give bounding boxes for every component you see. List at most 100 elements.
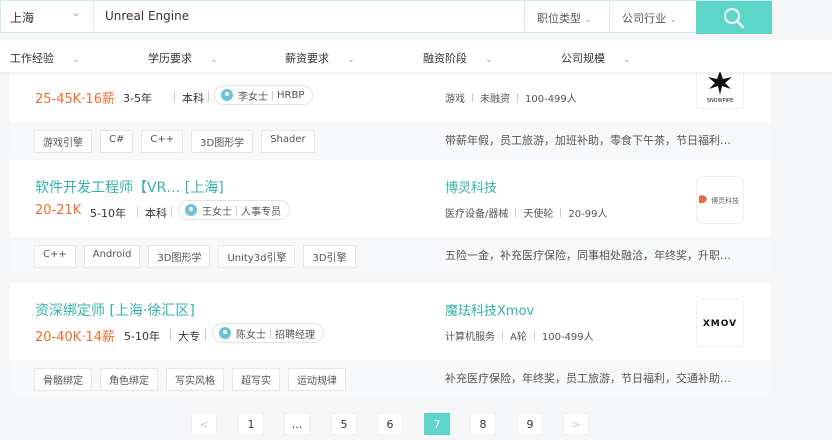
job-tag: Shader — [261, 130, 315, 153]
company-size: 20-99人 — [568, 209, 608, 220]
page-button[interactable]: 9 — [517, 413, 543, 435]
job-card[interactable]: 资深绑定师 [上海·徐汇区] 20-40K·14薪 5-10年 大专 陈女士 招… — [10, 283, 771, 397]
company-logo-text: XMOV — [703, 319, 737, 329]
job-tag: C++ — [34, 245, 76, 268]
experience-filter-label: 工作经验 — [10, 52, 54, 65]
company-industry: 游戏 — [445, 94, 465, 105]
search-button[interactable] — [696, 1, 772, 34]
job-type-dropdown[interactable]: 职位类型 ⌄ — [524, 1, 609, 34]
divider — [137, 206, 138, 217]
funding-filter-label: 融资阶段 — [423, 52, 467, 65]
recruiter-name: 王女士 — [202, 206, 232, 218]
divider — [517, 93, 518, 102]
avatar — [219, 327, 231, 339]
salary-filter-label: 薪资要求 — [285, 52, 329, 65]
company-size: 100-499人 — [525, 94, 577, 105]
divider — [270, 328, 271, 338]
job-title[interactable]: 软件开发工程师【VR… [上海] — [35, 177, 224, 197]
recruiter-badge[interactable]: 王女士 人事专员 — [178, 200, 290, 220]
job-tag: 骨骼绑定 — [34, 368, 92, 391]
next-page-button[interactable]: > — [563, 413, 589, 435]
job-education: 本科 — [145, 207, 167, 220]
recruiter-role: 招聘经理 — [275, 329, 315, 341]
industry-label: 公司行业 — [622, 12, 666, 25]
recruiter-badge[interactable]: 李女士 HRBP — [214, 85, 314, 105]
job-tag: 运动规律 — [288, 368, 346, 391]
salary-filter[interactable]: 薪资要求 ⌄ — [285, 50, 355, 66]
funding-filter[interactable]: 融资阶段 ⌄ — [423, 50, 493, 66]
job-education: 大专 — [178, 330, 200, 343]
company-size-filter[interactable]: 公司规模 ⌄ — [561, 50, 631, 66]
recruiter-name: 陈女士 — [236, 329, 266, 341]
job-experience: 5-10年 — [124, 330, 160, 343]
company-funding: 未融资 — [480, 94, 510, 105]
experience-filter[interactable]: 工作经验 ⌄ — [10, 50, 80, 66]
industry-dropdown[interactable]: 公司行业 ⌄ — [609, 1, 696, 34]
chevron-down-icon: ⌄ — [72, 8, 81, 19]
divider — [560, 208, 562, 217]
job-tag: C# — [100, 130, 134, 153]
job-card[interactable]: 软件开发工程师【VR… [上海] 20-21K 5-10年 本科 王女士 人事专… — [10, 160, 771, 274]
divider — [205, 329, 206, 340]
divider — [272, 90, 273, 100]
job-experience: 5-10年 — [90, 207, 126, 220]
page-button[interactable]: 1 — [238, 413, 264, 435]
recruiter-badge[interactable]: 陈女士 招聘经理 — [212, 323, 324, 343]
chevron-down-icon: ⌄ — [347, 55, 355, 65]
chevron-down-icon: ⌄ — [72, 55, 80, 65]
company-logo[interactable]: 博灵科技 — [696, 176, 744, 224]
job-tag: 角色绑定 — [100, 368, 158, 391]
company-industry: 医疗设备/器械 — [445, 209, 509, 220]
company-logo-text: SNOWPIPE — [707, 98, 733, 104]
company-welfare: 带薪年假，员工旅游，加班补助，零食下午茶，节日福利… — [445, 134, 731, 147]
chevron-down-icon: ⌄ — [210, 55, 218, 65]
recruiter-role: HRBP — [277, 89, 305, 101]
job-tag: 3D图形学 — [191, 130, 254, 153]
job-salary: 25-45K·16薪 — [35, 92, 115, 107]
divider — [502, 331, 503, 340]
chevron-down-icon: ⌄ — [584, 15, 593, 25]
company-logo-text: 博灵科技 — [711, 196, 739, 205]
company-size: 100-499人 — [541, 332, 594, 343]
job-tag: C++ — [141, 130, 184, 153]
job-salary: 20-40K·14薪 — [35, 330, 115, 345]
job-tags: 游戏引擎 C# C++ 3D图形学 Shader — [34, 130, 315, 153]
job-tag: 游戏引擎 — [34, 130, 92, 153]
avatar — [221, 89, 233, 101]
company-info: 医疗设备/器械 天使轮 20-99人 — [445, 205, 607, 220]
job-tags: C++ Android 3D图形学 Unity3d引擎 3D引擎 — [34, 245, 356, 268]
divider — [174, 91, 175, 102]
job-tag: Unity3d引擎 — [218, 245, 296, 268]
education-filter-label: 学历要求 — [148, 52, 192, 65]
page-button-current[interactable]: 7 — [424, 413, 450, 435]
divider — [533, 331, 535, 340]
search-input[interactable]: Unreal Engine — [105, 9, 189, 23]
company-funding: A轮 — [510, 332, 527, 343]
page-button[interactable]: 6 — [377, 413, 403, 435]
chevron-down-icon: ⌄ — [485, 55, 493, 65]
job-education: 本科 — [182, 92, 204, 105]
search-bar: 上海 ⌄ Unreal Engine 职位类型 ⌄ 公司行业 ⌄ — [0, 0, 772, 34]
job-tag: Android — [83, 245, 141, 268]
education-filter[interactable]: 学历要求 ⌄ — [148, 50, 218, 66]
search-icon — [724, 8, 745, 29]
company-name[interactable]: 魔珐科技Xmov — [445, 300, 534, 319]
city-label: 上海 — [10, 11, 35, 25]
job-tags: 骨骼绑定 角色绑定 写实风格 超写实 运动规律 — [34, 368, 346, 391]
job-experience: 3-5年 — [123, 92, 152, 105]
company-name[interactable]: 博灵科技 — [445, 177, 497, 196]
divider — [236, 205, 237, 215]
company-funding: 天使轮 — [523, 209, 554, 220]
chevron-down-icon: ⌄ — [623, 55, 631, 65]
page-button[interactable]: 8 — [470, 413, 496, 435]
job-tag: 3D图形学 — [148, 245, 211, 268]
recruiter-role: 人事专员 — [241, 206, 281, 218]
job-title[interactable]: 资深绑定师 [上海·徐汇区] — [35, 300, 195, 320]
divider — [472, 93, 473, 102]
company-logo[interactable]: XMOV — [696, 299, 744, 347]
company-welfare: 五险一金，补充医疗保险，同事相处融洽，年终奖，升职… — [445, 249, 731, 262]
company-info: 游戏 未融资 100-499人 — [445, 90, 577, 105]
page-button[interactable]: 5 — [331, 413, 357, 435]
prev-page-button[interactable]: < — [191, 413, 217, 435]
city-selector[interactable]: 上海 ⌄ — [1, 1, 94, 34]
